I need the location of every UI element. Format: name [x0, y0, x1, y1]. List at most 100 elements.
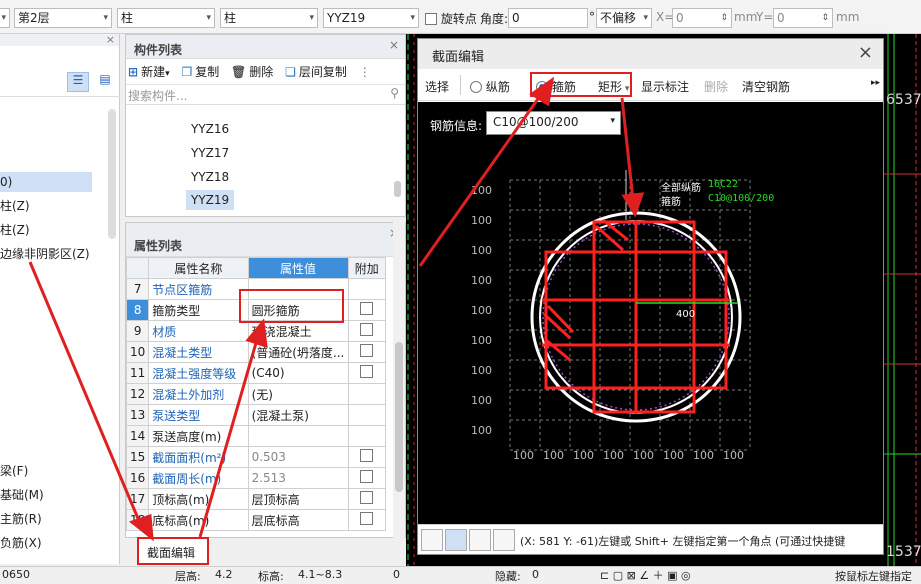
dialog-titlebar[interactable]: 截面编辑 ×	[418, 39, 883, 69]
scrollbar[interactable]	[394, 181, 401, 197]
overflow-icon[interactable]: ▸▸	[871, 78, 880, 88]
close-icon[interactable]: ×	[389, 38, 399, 52]
property-table-header: 属性名称 属性值 附加	[126, 257, 387, 279]
extra-checkbox[interactable]	[360, 323, 374, 336]
floor-copy-button[interactable]: ❏ 层间复制	[285, 65, 347, 79]
property-value: 0.503	[247, 446, 349, 468]
list-item[interactable]: YYZ17	[186, 143, 234, 163]
delete-button[interactable]: 🗑 删除	[231, 65, 273, 79]
snap-icons[interactable]: ⊏ ▢ ⊠ ∠ ＋ ▣ ◎	[600, 567, 691, 583]
category-select[interactable]: 柱 ▾	[117, 8, 215, 28]
longitudinal-radio[interactable]: 纵筋	[470, 78, 510, 95]
list-item[interactable]: YYZ18	[186, 167, 234, 187]
table-row[interactable]: 17 顶标高(m) 层顶标高	[126, 488, 387, 510]
chevron-down-icon: ▾	[309, 13, 314, 23]
row-number: 18	[126, 509, 150, 531]
checkbox-box[interactable]	[425, 13, 437, 25]
angle-input[interactable]: 0	[508, 8, 588, 28]
table-row[interactable]: 10 混凝土类型 (普通砼(坍落度...	[126, 341, 387, 363]
close-icon[interactable]: ×	[858, 42, 873, 63]
table-row[interactable]: 9 材质 现浇混凝土	[126, 320, 387, 342]
property-value[interactable]: 层顶标高	[247, 488, 349, 510]
radio-icon[interactable]	[470, 81, 482, 93]
extra-checkbox[interactable]	[360, 449, 374, 462]
offset-select[interactable]: 不偏移 ▾	[596, 8, 652, 28]
clear-rebar-button[interactable]: 清空钢筋	[742, 78, 790, 95]
spinner-icon[interactable]: ⇕	[720, 9, 728, 27]
rebar-info-label: 钢筋信息:	[430, 119, 483, 133]
grid-label: 100	[633, 449, 654, 462]
tree-item[interactable]: 柱(Z)	[0, 221, 30, 238]
extra-checkbox[interactable]	[360, 344, 374, 357]
dialog-title: 截面编辑	[432, 50, 485, 65]
table-row[interactable]: 16 截面周长(m) 2.513	[126, 467, 387, 489]
new-button[interactable]: ⊞ 新建▾	[128, 65, 170, 79]
list-item[interactable]: YYZ16	[186, 119, 234, 139]
tree-item[interactable]: 梁(F)	[0, 462, 28, 479]
property-value[interactable]: (普通砼(坍落度...	[247, 341, 349, 363]
more-icon[interactable]: ⋮	[359, 65, 371, 79]
y-label: Y=	[756, 10, 774, 24]
detail-view-icon[interactable]: ▤	[95, 72, 115, 92]
extra-checkbox[interactable]	[360, 470, 374, 483]
property-value[interactable]: 现浇混凝土	[247, 320, 349, 342]
extra-checkbox[interactable]	[360, 491, 374, 504]
perpendicular-icon[interactable]	[469, 529, 491, 551]
property-value[interactable]: (C40)	[247, 362, 349, 384]
chevron-down-icon[interactable]: ▾	[165, 69, 170, 79]
extra-cell	[347, 383, 387, 405]
y-input[interactable]: 0 ⇕	[773, 8, 833, 28]
scrollbar-thumb[interactable]	[395, 342, 403, 492]
property-value[interactable]: 层底标高	[247, 509, 349, 531]
tree-item[interactable]: 柱(Z)	[0, 197, 30, 214]
tree-item[interactable]: 0)	[0, 172, 92, 192]
extra-checkbox[interactable]	[360, 512, 374, 525]
show-label-button[interactable]: 显示标注	[641, 78, 689, 95]
delete-rebar-button: 删除	[704, 80, 729, 94]
add-point-icon[interactable]	[493, 529, 515, 551]
property-value[interactable]	[247, 425, 349, 447]
new-icon: ⊞	[128, 65, 139, 79]
x-unit: mm	[734, 10, 758, 24]
property-list-title: 属性列表	[134, 239, 183, 253]
table-row[interactable]: 18 底标高(m) 层底标高	[126, 509, 387, 531]
table-row[interactable]: 15 截面面积(m²) 0.503	[126, 446, 387, 468]
list-item-selected[interactable]: YYZ19	[186, 190, 235, 210]
rotate-point-checkbox[interactable]: 旋转点	[425, 10, 477, 27]
tree-item[interactable]: 主筋(R)	[0, 510, 42, 527]
hidden-value: 0	[532, 568, 539, 581]
y-input-value: 0	[777, 11, 785, 25]
extra-checkbox[interactable]	[360, 302, 374, 315]
section-edit-dialog: 截面编辑 × 选择 纵筋 箍筋 矩形 ▾ 显示标注 删除 清空钢筋 ▸▸ 钢筋信…	[417, 38, 884, 555]
section-drawing-area[interactable]: 钢筋信息: C10@100/200 ▾ 全部纵筋 16C22 箍筋 C10@100…	[418, 102, 883, 524]
table-row[interactable]: 11 混凝土强度等级 (C40)	[126, 362, 387, 384]
tree-item[interactable]: 边缘非阴影区(Z)	[0, 245, 90, 262]
rebar-info-select[interactable]: C10@100/200 ▾	[486, 111, 621, 135]
floor-select[interactable]: 第2层 ▾	[14, 8, 112, 28]
extra-checkbox[interactable]	[360, 365, 374, 378]
component-select[interactable]: YYZ19 ▾	[323, 8, 419, 28]
property-value[interactable]: (混凝土泵)	[247, 404, 349, 426]
tree-item[interactable]: 负筋(X)	[0, 534, 42, 551]
table-row[interactable]: 12 混凝土外加剂 (无)	[126, 383, 387, 405]
tree-item[interactable]: 基础(M)	[0, 486, 44, 503]
property-value[interactable]: (无)	[247, 383, 349, 405]
spinner-icon[interactable]: ⇕	[821, 9, 829, 27]
close-icon[interactable]: ×	[106, 33, 115, 46]
x-input[interactable]: 0 ⇕	[672, 8, 732, 28]
copy-button[interactable]: ❐ 复制	[181, 65, 219, 79]
select-tool-button[interactable]: 选择	[425, 78, 449, 95]
section-edit-tab[interactable]: 截面编辑	[137, 537, 209, 565]
property-scrollbar[interactable]	[393, 222, 405, 538]
orthogonal-icon[interactable]	[421, 529, 443, 551]
component-search-input[interactable]: 搜索构件... ⚲	[126, 85, 405, 105]
search-icon[interactable]: ⚲	[390, 86, 399, 100]
subcategory-select[interactable]: 柱 ▾	[220, 8, 318, 28]
table-row[interactable]: 14 泵送高度(m)	[126, 425, 387, 447]
line-tool-icon[interactable]	[445, 529, 467, 551]
layer-combo-partial[interactable]: ▾	[0, 8, 10, 28]
scrollbar[interactable]	[108, 109, 116, 239]
table-row[interactable]: 13 泵送类型 (混凝土泵)	[126, 404, 387, 426]
angle-unit: °	[589, 10, 595, 24]
list-view-icon[interactable]: ☰	[67, 72, 89, 92]
